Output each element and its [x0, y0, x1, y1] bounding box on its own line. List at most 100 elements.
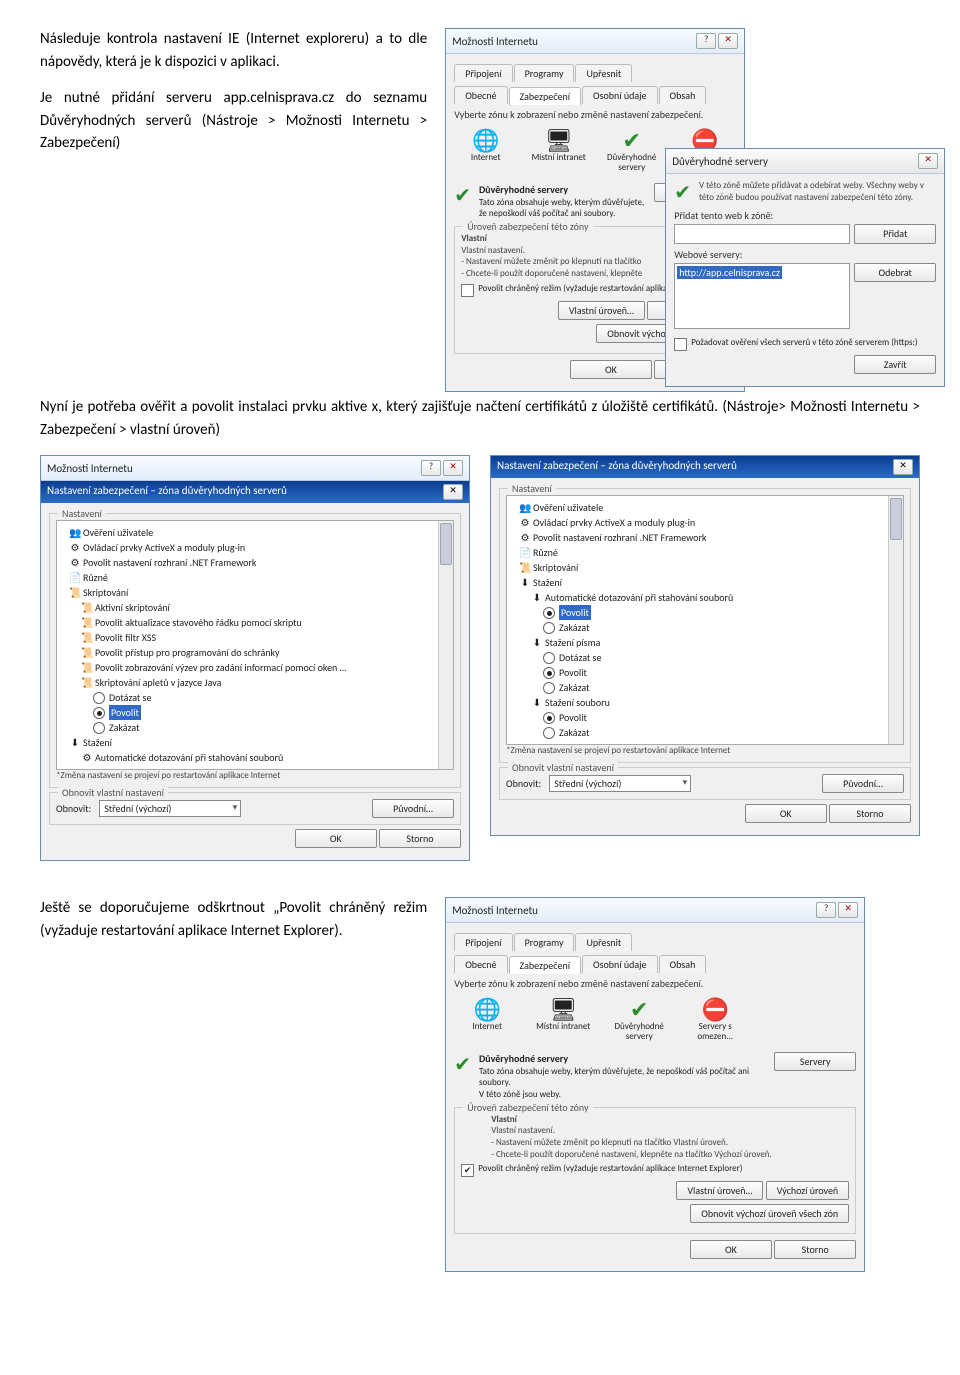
tab-programy[interactable]: Programy — [514, 933, 575, 951]
reset-button[interactable]: Původní… — [372, 799, 454, 818]
close-trusted-button[interactable]: Zavřít — [854, 355, 936, 374]
radio-icon[interactable] — [543, 622, 555, 634]
servers-button[interactable]: Servery — [774, 1052, 856, 1071]
radio-icon[interactable] — [93, 707, 105, 719]
help-button[interactable]: ? — [696, 33, 716, 49]
tree-item[interactable]: 📜Povolit filtr XSS — [61, 630, 437, 645]
reset-select[interactable]: Střední (výchozí) — [99, 800, 241, 817]
close-button[interactable]: ✕ — [838, 902, 858, 918]
ok-button[interactable]: OK — [295, 829, 377, 848]
radio-icon[interactable] — [543, 607, 555, 619]
tree-radio[interactable]: Zakázat — [511, 725, 887, 740]
settings-tree[interactable]: 👥Ověření uživatele⚙Ovládací prvky Active… — [56, 520, 454, 770]
add-button[interactable]: Přidat — [854, 224, 936, 244]
remove-button[interactable]: Odebrat — [854, 263, 936, 282]
tree-item[interactable]: 📜Skriptování apletů v jazyce Java — [61, 675, 437, 690]
tab-obsah[interactable]: Obsah — [659, 955, 707, 973]
scrollbar[interactable] — [888, 496, 903, 744]
tree-radio[interactable]: Zakázat — [511, 680, 887, 695]
tree-item[interactable]: 📜Skriptování — [511, 560, 887, 575]
tree-item[interactable]: ⚙Povolit nastavení rozhraní .NET Framewo… — [511, 530, 887, 545]
tab-zabezpeceni[interactable]: Zabezpečení — [509, 956, 582, 974]
tree-item[interactable]: 📜Povolit zobrazování výzev pro zadání in… — [61, 660, 437, 675]
tab-upresnit[interactable]: Upřesnit — [575, 64, 632, 82]
tree-item[interactable]: 👥Ověření uživatele — [61, 525, 437, 540]
reset-all-button[interactable]: Obnovit výchozí úroveň všech zón — [690, 1204, 849, 1223]
tree-item[interactable]: ⚙Povolit nastavení rozhraní .NET Framewo… — [61, 555, 437, 570]
zone-intranet[interactable]: 🖥Místní intranet — [531, 129, 586, 173]
tree-item[interactable]: 📜Aktivní skriptování — [61, 600, 437, 615]
tree-item[interactable]: 📜Povolit aktualizace stavového řádku pom… — [61, 615, 437, 630]
radio-icon[interactable] — [93, 692, 105, 704]
tree-item[interactable]: ⚙Ovládací prvky ActiveX a moduly plug-in — [511, 515, 887, 530]
tree-item[interactable]: ⚙Ovládací prvky ActiveX a moduly plug-in — [61, 540, 437, 555]
cancel-button[interactable]: Storno — [829, 804, 911, 823]
tree-item[interactable]: 📜Povolit přístup pro programování do sch… — [61, 645, 437, 660]
settings-tree[interactable]: 👥Ověření uživatele⚙Ovládací prvky Active… — [506, 495, 904, 745]
tab-programy[interactable]: Programy — [514, 64, 575, 82]
tree-item[interactable]: 📜Skriptování — [61, 585, 437, 600]
server-item[interactable]: http://app.celnisprava.cz — [677, 266, 782, 279]
ok-button[interactable]: OK — [745, 804, 827, 823]
servers-listbox[interactable]: http://app.celnisprava.cz — [674, 263, 850, 329]
tree-radio[interactable]: Povolit — [511, 710, 887, 725]
tree-item[interactable]: ⬇Stažení — [61, 735, 437, 750]
tree-item[interactable]: 📄Různé — [61, 570, 437, 585]
ok-button[interactable]: OK — [570, 360, 652, 379]
zone-internet[interactable]: 🌐Internet — [458, 129, 513, 173]
tab-obecne[interactable]: Obecné — [454, 86, 507, 104]
zone-intranet[interactable]: 🖥Místní intranet — [534, 998, 592, 1042]
custom-level-button[interactable]: Vlastní úroveň… — [676, 1181, 763, 1200]
custom-level-button[interactable]: Vlastní úroveň… — [558, 301, 645, 320]
zone-trusted[interactable]: ✔Důvěryhodné servery — [604, 129, 659, 173]
protected-mode-checkbox[interactable] — [461, 1164, 474, 1177]
tree-item[interactable]: 👥Ověření uživatele — [511, 500, 887, 515]
tree-radio[interactable]: Povolit — [511, 665, 887, 680]
radio-icon[interactable] — [543, 682, 555, 694]
tab-zabezpeceni[interactable]: Zabezpečení — [509, 87, 582, 105]
tree-radio[interactable]: Zakázat — [511, 620, 887, 635]
zone-trusted[interactable]: ✔Důvěryhodné servery — [610, 998, 668, 1042]
tree-item[interactable]: 📄Různé — [511, 545, 887, 560]
radio-icon[interactable] — [543, 727, 555, 739]
reset-button[interactable]: Původní… — [822, 774, 904, 793]
radio-icon[interactable] — [543, 652, 555, 664]
tab-osobni-udaje[interactable]: Osobní údaje — [582, 955, 658, 973]
tree-radio[interactable]: Povolit — [61, 705, 437, 720]
tab-obsah[interactable]: Obsah — [659, 86, 707, 104]
zone-internet[interactable]: 🌐Internet — [458, 998, 516, 1042]
tree-item[interactable]: ⬇Stažení souboru — [511, 695, 887, 710]
zone-restricted[interactable]: ⛔Servery s omezen... — [686, 998, 744, 1042]
reset-select[interactable]: Střední (výchozí) — [549, 775, 691, 792]
tab-pripojeni[interactable]: Připojení — [454, 933, 512, 951]
tab-obecne[interactable]: Obecné — [454, 955, 507, 973]
tree-radio[interactable]: Povolit — [511, 605, 887, 620]
tree-radio[interactable]: Zakázat — [61, 720, 437, 735]
tree-radio[interactable]: Dotázat se — [511, 650, 887, 665]
close-button[interactable]: ✕ — [918, 153, 938, 169]
default-level-button[interactable]: Výchozí úroveň — [766, 1181, 850, 1200]
require-https-checkbox[interactable] — [674, 338, 687, 351]
cancel-button[interactable]: Storno — [774, 1240, 856, 1259]
tab-osobni-udaje[interactable]: Osobní údaje — [582, 86, 658, 104]
tree-radio[interactable]: Dotázat se — [61, 690, 437, 705]
radio-icon[interactable] — [93, 722, 105, 734]
tree-item[interactable]: ⬇Stažení písma — [511, 635, 887, 650]
radio-icon[interactable] — [543, 712, 555, 724]
help-button[interactable]: ? — [816, 902, 836, 918]
ok-button[interactable]: OK — [690, 1240, 772, 1259]
tree-item[interactable]: ⬇Automatické dotazování při stahování so… — [511, 590, 887, 605]
add-web-input[interactable] — [674, 224, 850, 244]
radio-icon[interactable] — [543, 667, 555, 679]
tab-pripojeni[interactable]: Připojení — [454, 64, 512, 82]
close-button-inner[interactable]: ✕ — [443, 484, 463, 500]
help-button[interactable]: ? — [421, 460, 441, 476]
cancel-button[interactable]: Storno — [379, 829, 461, 848]
scrollbar[interactable] — [438, 521, 453, 769]
close-button[interactable]: ✕ — [718, 33, 738, 49]
tree-item[interactable]: ⚙Automatické dotazování při stahování so… — [61, 750, 437, 765]
protected-mode-checkbox[interactable] — [461, 284, 474, 297]
tab-upresnit[interactable]: Upřesnit — [575, 933, 632, 951]
tree-item[interactable]: ⬇Stažení — [511, 575, 887, 590]
close-button[interactable]: ✕ — [893, 459, 913, 475]
